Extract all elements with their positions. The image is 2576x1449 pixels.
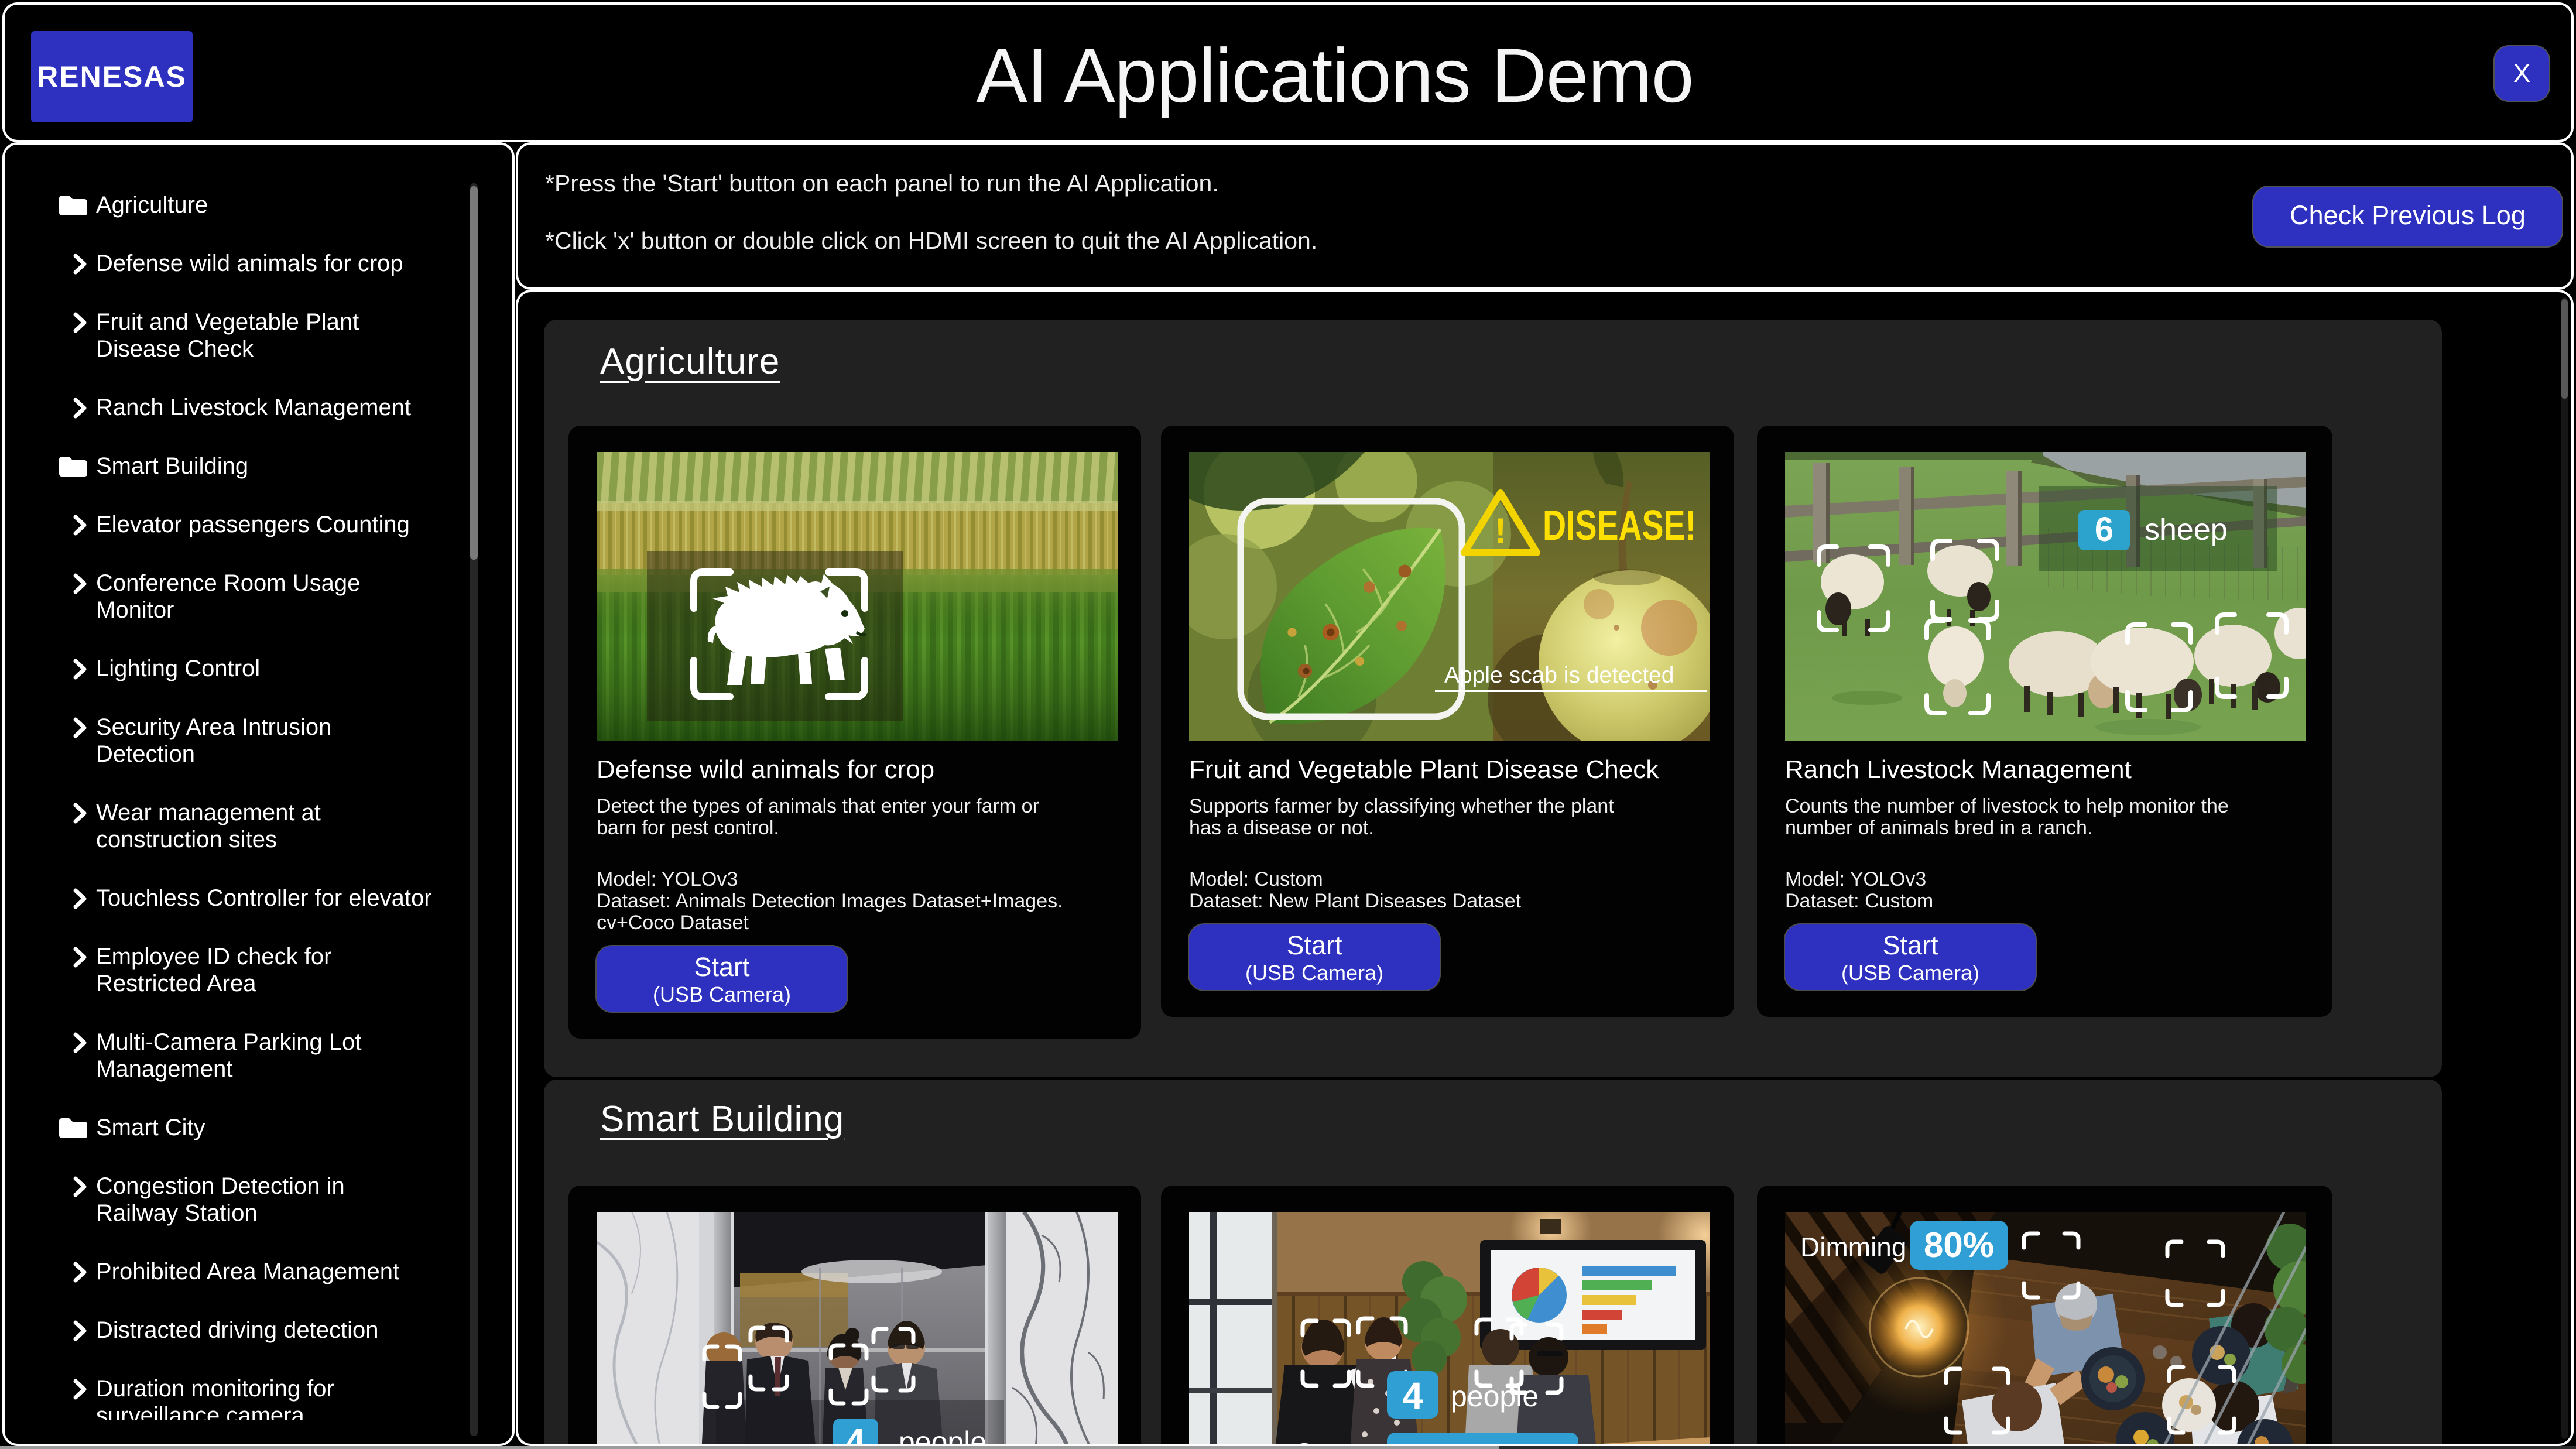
svg-text:sheep: sheep	[2145, 513, 2228, 547]
svg-text:80%: 80%	[1924, 1225, 1994, 1265]
svg-text:people: people	[1451, 1380, 1539, 1413]
svg-text:!: !	[1495, 511, 1506, 550]
svg-text:4: 4	[1402, 1375, 1423, 1417]
svg-text:4: 4	[845, 1421, 865, 1446]
svg-text:Dimming: Dimming	[1800, 1232, 1906, 1262]
svg-text:people: people	[899, 1426, 986, 1446]
svg-text:6: 6	[2095, 511, 2113, 549]
svg-text:Status: Status	[1294, 1437, 1378, 1446]
svg-text:Apple scab is detected: Apple scab is detected	[1444, 663, 1674, 688]
svg-text:DISEASE!: DISEASE!	[1543, 502, 1696, 549]
svg-text:Occupied: Occupied	[1408, 1438, 1557, 1446]
